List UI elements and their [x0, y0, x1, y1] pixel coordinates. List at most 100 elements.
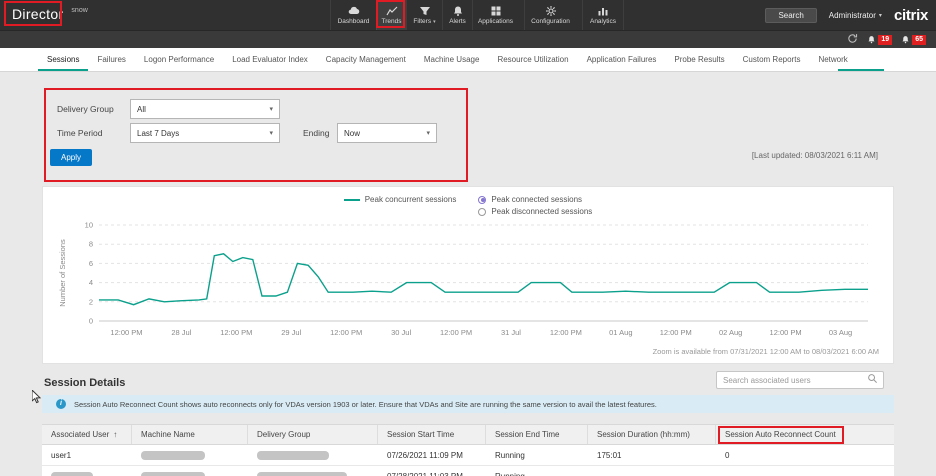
ending-dropdown[interactable]: Now ▾	[337, 123, 437, 143]
tab-machine-usage[interactable]: Machine Usage	[415, 48, 489, 71]
svg-text:28 Jul: 28 Jul	[171, 328, 191, 337]
nav-item-filters[interactable]: Filters ▾	[406, 0, 442, 30]
tab-logon-performance[interactable]: Logon Performance	[135, 48, 223, 71]
nav-item-alerts[interactable]: Alerts	[442, 0, 472, 30]
tab-resource-utilization[interactable]: Resource Utilization	[488, 48, 577, 71]
zoom-availability-note: Zoom is available from 07/31/2021 12:00 …	[653, 347, 879, 356]
column-label: Delivery Group	[257, 430, 310, 439]
critical-alerts-count: 19	[878, 35, 892, 45]
apply-button[interactable]: Apply	[50, 149, 92, 166]
cell-session-end-time: Running	[486, 466, 588, 476]
nav-item-configuration[interactable]: Configuration	[524, 0, 576, 30]
user-menu-label: Administrator	[829, 11, 876, 20]
column-header-session-duration[interactable]: Session Duration (hh:mm)	[588, 425, 716, 444]
tab-failures[interactable]: Failures	[88, 48, 134, 71]
director-logo: Director	[12, 6, 63, 22]
citrix-logo: citrix	[894, 7, 928, 24]
cell-associated-user	[42, 466, 132, 476]
nav-label: Configuration	[531, 18, 570, 25]
column-header-delivery-group[interactable]: Delivery Group	[248, 425, 378, 444]
column-header-session-auto-reconnect-count[interactable]: Session Auto Reconnect Count	[716, 425, 894, 444]
associated-users-search-input[interactable]	[717, 376, 867, 385]
radio-unselected-icon[interactable]	[478, 208, 486, 216]
time-period-dropdown[interactable]: Last 7 Days ▾	[130, 123, 280, 143]
column-label: Machine Name	[141, 430, 195, 439]
mouse-cursor	[32, 390, 42, 409]
legend-radio-group: Peak connected sessions Peak disconnecte…	[478, 195, 592, 216]
tab-sessions[interactable]: Sessions	[38, 48, 88, 71]
svg-text:02 Aug: 02 Aug	[719, 328, 742, 337]
tab-strip-indicator	[838, 69, 884, 71]
legend-label: Peak disconnected sessions	[491, 207, 592, 216]
table-header-row: Associated User ↑ Machine Name Delivery …	[42, 424, 894, 445]
chevron-down-icon: ▾	[269, 129, 273, 137]
legend-label: Peak concurrent sessions	[365, 195, 457, 204]
column-header-machine-name[interactable]: Machine Name	[132, 425, 248, 444]
svg-text:29 Jul: 29 Jul	[281, 328, 301, 337]
warning-alerts-count: 65	[912, 35, 926, 45]
nav-label: Applications	[478, 18, 513, 25]
alerts-icon	[452, 5, 464, 17]
top-bar: Director snow Dashboard Trends	[0, 0, 936, 30]
svg-text:Number of Sessions: Number of Sessions	[58, 239, 67, 307]
svg-text:12:00 PM: 12:00 PM	[440, 328, 472, 337]
associated-users-search[interactable]	[716, 371, 884, 389]
nav-label: Dashboard	[338, 18, 370, 25]
redacted-value	[141, 451, 205, 460]
column-header-session-start-time[interactable]: Session Start Time	[378, 425, 486, 444]
nav-item-dashboard[interactable]: Dashboard	[330, 0, 376, 30]
site-name: snow	[71, 7, 87, 14]
info-icon: i	[56, 399, 66, 409]
cell-associated-user: user1	[42, 445, 132, 465]
critical-alerts-badge[interactable]: 19	[867, 31, 892, 49]
redacted-value	[51, 472, 93, 476]
refresh-icon[interactable]	[847, 31, 858, 49]
column-header-associated-user[interactable]: Associated User ↑	[42, 425, 132, 444]
bell-icon	[901, 31, 910, 49]
info-banner: i Session Auto Reconnect Count shows aut…	[42, 395, 894, 413]
sessions-chart-card: Peak concurrent sessions Peak connected …	[42, 186, 894, 364]
top-bar-right: Search Administrator ▾ citrix	[765, 0, 928, 30]
cell-machine-name	[132, 445, 248, 465]
warning-alerts-badge[interactable]: 65	[901, 31, 926, 49]
tab-custom-reports[interactable]: Custom Reports	[734, 48, 810, 71]
svg-text:12:00 PM: 12:00 PM	[110, 328, 142, 337]
column-header-session-end-time[interactable]: Session End Time	[486, 425, 588, 444]
gear-icon	[545, 5, 557, 17]
user-menu[interactable]: Administrator ▾	[829, 11, 882, 20]
table-row[interactable]: 07/28/2021 11:03 PM Running	[42, 466, 894, 476]
nav-item-applications[interactable]: Applications	[472, 0, 518, 30]
notification-bar: 19 65	[0, 30, 936, 48]
delivery-group-dropdown[interactable]: All ▾	[130, 99, 280, 119]
last-updated-text: [Last updated: 08/03/2021 6:11 AM]	[752, 151, 878, 160]
info-banner-text: Session Auto Reconnect Count shows auto …	[74, 400, 657, 409]
cell-session-duration: 175:01	[588, 445, 716, 465]
svg-text:4: 4	[89, 278, 93, 287]
session-details-title: Session Details	[44, 377, 125, 389]
svg-text:12:00 PM: 12:00 PM	[770, 328, 802, 337]
tab-application-failures[interactable]: Application Failures	[578, 48, 666, 71]
nav-item-trends[interactable]: Trends	[376, 0, 406, 30]
tab-network[interactable]: Network	[809, 48, 856, 71]
tab-capacity-management[interactable]: Capacity Management	[317, 48, 415, 71]
legend-peak-connected[interactable]: Peak connected sessions	[478, 195, 592, 204]
cell-session-duration	[588, 466, 716, 476]
legend-peak-disconnected[interactable]: Peak disconnected sessions	[478, 207, 592, 216]
applications-icon	[490, 5, 502, 17]
svg-text:8: 8	[89, 240, 93, 249]
column-label: Session End Time	[495, 430, 559, 439]
tab-probe-results[interactable]: Probe Results	[665, 48, 733, 71]
nav-item-analytics[interactable]: Analytics	[582, 0, 624, 30]
table-row[interactable]: user1 07/26/2021 11:09 PM Running 175:01…	[42, 445, 894, 466]
top-navigation: Dashboard Trends Filters ▾	[330, 0, 624, 30]
sessions-chart[interactable]: 024681012:00 PM28 Jul12:00 PM29 Jul12:00…	[53, 217, 885, 347]
tab-load-evaluator-index[interactable]: Load Evaluator Index	[223, 48, 317, 71]
radio-selected-icon[interactable]	[478, 196, 486, 204]
svg-text:2: 2	[89, 297, 93, 306]
time-period-label: Time Period	[57, 128, 103, 138]
time-period-value: Last 7 Days	[137, 129, 179, 138]
nav-label: Analytics	[590, 18, 616, 25]
search-button[interactable]: Search	[765, 8, 816, 23]
line-swatch-icon	[344, 199, 360, 201]
director-logo-wrap: Director snow	[12, 6, 88, 22]
